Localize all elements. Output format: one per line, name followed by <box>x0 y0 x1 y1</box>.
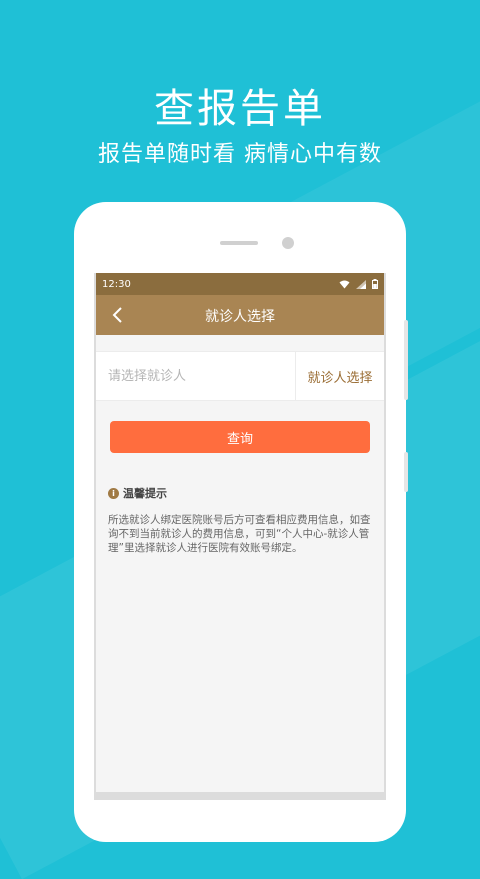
nav-title: 就诊人选择 <box>205 309 275 325</box>
phone-speaker <box>220 241 258 245</box>
phone-side-button <box>404 452 408 492</box>
tip-title: 温馨提示 <box>123 487 167 500</box>
status-bar: 12:30 <box>96 273 384 295</box>
patient-select-row: 就诊人选择 <box>96 351 384 401</box>
promo-title: 查报告单 <box>154 86 326 132</box>
phone-side-button <box>404 320 408 400</box>
signal-icon <box>356 279 366 289</box>
status-icons <box>339 279 378 289</box>
query-button[interactable]: 查询 <box>110 421 370 453</box>
status-time: 12:30 <box>102 278 131 290</box>
app-screen: 12:30 就诊人选择 就诊人选择 查询 i 温馨提示 <box>94 273 386 800</box>
select-patient-button[interactable]: 就诊人选择 <box>295 352 384 400</box>
nav-bar: 就诊人选择 <box>96 295 384 335</box>
tip-header: i 温馨提示 <box>108 485 372 501</box>
promo-subtitle: 报告单随时看 病情心中有数 <box>98 142 382 167</box>
battery-icon <box>372 279 378 289</box>
tip-body: 所选就诊人绑定医院账号后方可查看相应费用信息，如查询不到当前就诊人的费用信息，可… <box>108 514 371 554</box>
wifi-icon <box>339 280 350 288</box>
patient-input[interactable] <box>96 352 295 400</box>
screen-bottom-edge <box>96 792 384 800</box>
phone-camera <box>282 237 294 249</box>
info-icon: i <box>108 487 119 499</box>
